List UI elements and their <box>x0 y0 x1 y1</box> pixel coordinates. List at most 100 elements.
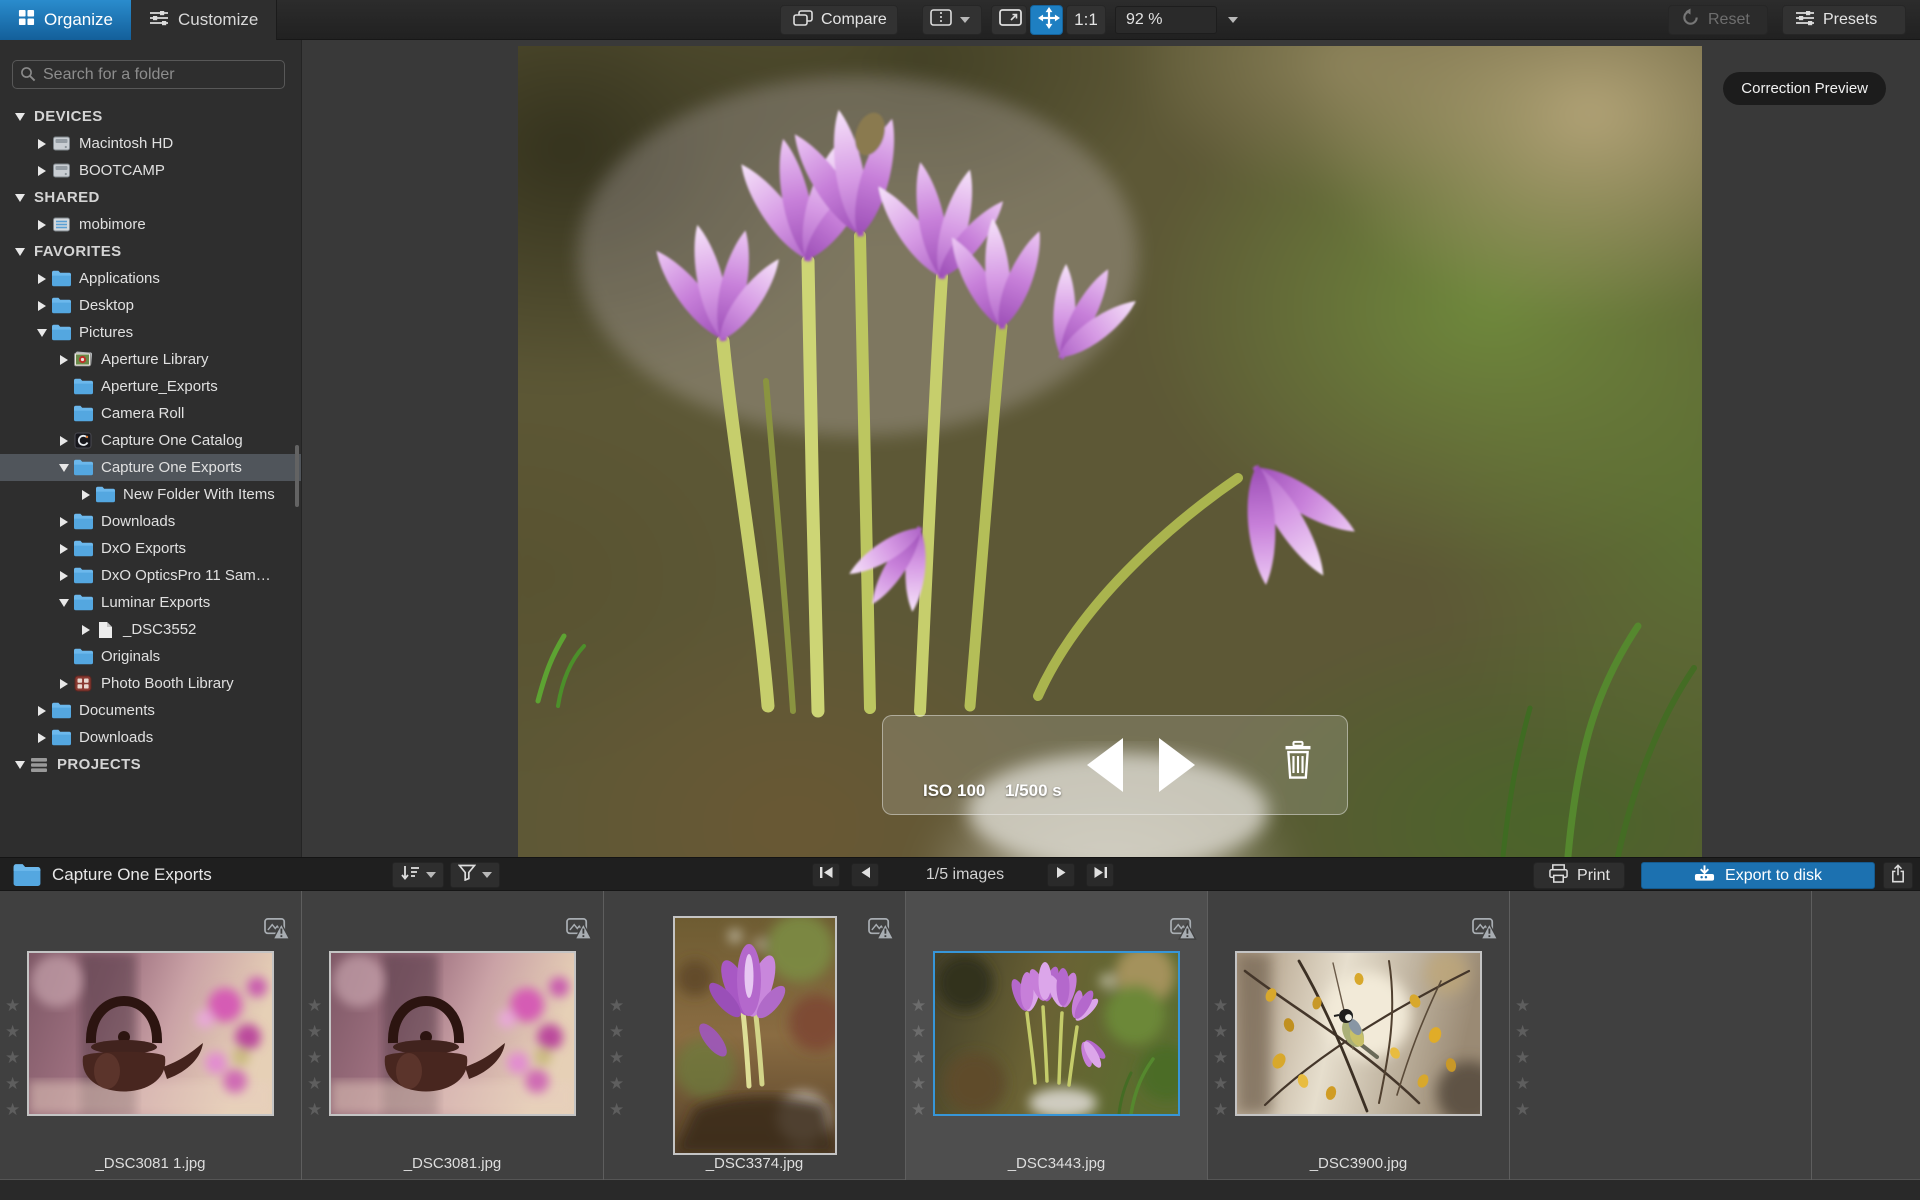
tree-item-aperture-exports[interactable]: Aperture_Exports <box>0 373 301 400</box>
previous-image-button[interactable] <box>851 863 879 887</box>
tree-item-devices[interactable]: DEVICES <box>0 103 301 130</box>
folder-search-input[interactable] <box>12 60 285 89</box>
share-button[interactable] <box>1883 862 1913 889</box>
star-icon[interactable]: ★ <box>1515 993 1530 1019</box>
filmstrip-item-5[interactable]: ★ ★ ★ ★ ★ _DSC3900.jpg <box>1208 891 1510 1180</box>
collapse-triangle-icon[interactable] <box>78 489 94 500</box>
star-icon[interactable]: ★ <box>1213 993 1228 1019</box>
star-icon[interactable]: ★ <box>307 1071 322 1097</box>
tree-item-shared[interactable]: SHARED <box>0 184 301 211</box>
zoom-level-select[interactable]: 92 % <box>1115 6 1217 34</box>
star-icon[interactable]: ★ <box>609 993 624 1019</box>
star-icon[interactable]: ★ <box>5 993 20 1019</box>
compare-button[interactable]: Compare <box>780 5 898 35</box>
star-icon[interactable]: ★ <box>1213 1019 1228 1045</box>
filter-button[interactable] <box>450 862 500 888</box>
star-icon[interactable]: ★ <box>1515 1071 1530 1097</box>
star-icon[interactable]: ★ <box>5 1097 20 1123</box>
collapse-triangle-icon[interactable] <box>56 678 72 689</box>
sort-button[interactable] <box>392 862 444 888</box>
rating-stars[interactable]: ★ ★ ★ ★ ★ <box>307 993 322 1123</box>
expand-triangle-icon[interactable] <box>12 247 28 256</box>
star-icon[interactable]: ★ <box>1515 1019 1530 1045</box>
star-icon[interactable]: ★ <box>307 1019 322 1045</box>
pan-tool-button[interactable] <box>1030 5 1063 35</box>
tree-item-dsc3552[interactable]: _DSC3552 <box>0 616 301 643</box>
tree-item-aperture-library[interactable]: Aperture Library <box>0 346 301 373</box>
star-icon[interactable]: ★ <box>1213 1071 1228 1097</box>
star-icon[interactable]: ★ <box>911 993 926 1019</box>
tree-item-macintosh-hd[interactable]: Macintosh HD <box>0 130 301 157</box>
one-to-one-button[interactable]: 1:1 <box>1066 5 1106 35</box>
tree-item-pictures[interactable]: Pictures <box>0 319 301 346</box>
rating-stars[interactable]: ★ ★ ★ ★ ★ <box>609 993 624 1123</box>
thumbnail--dsc3443-jpg[interactable] <box>933 951 1180 1116</box>
presets-button[interactable]: Presets <box>1782 5 1906 35</box>
collapse-triangle-icon[interactable] <box>34 138 50 149</box>
export-to-disk-button[interactable]: Export to disk <box>1641 862 1875 889</box>
rating-stars[interactable]: ★ ★ ★ ★ ★ <box>5 993 20 1123</box>
collapse-triangle-icon[interactable] <box>34 165 50 176</box>
prev-arrow-icon[interactable] <box>1087 738 1123 792</box>
collapse-triangle-icon[interactable] <box>56 516 72 527</box>
expand-triangle-icon[interactable] <box>56 598 72 607</box>
collapse-triangle-icon[interactable] <box>34 732 50 743</box>
collapse-triangle-icon[interactable] <box>56 435 72 446</box>
rating-stars[interactable]: ★ ★ ★ ★ ★ <box>1213 993 1228 1123</box>
tree-item-bootcamp[interactable]: BOOTCAMP <box>0 157 301 184</box>
collapse-triangle-icon[interactable] <box>34 705 50 716</box>
star-icon[interactable]: ★ <box>609 1019 624 1045</box>
expand-triangle-icon[interactable] <box>56 463 72 472</box>
star-icon[interactable]: ★ <box>911 1071 926 1097</box>
filmstrip-item-1[interactable]: ★ ★ ★ ★ ★ _DSC3081 1.jpg <box>0 891 302 1180</box>
tree-item-applications[interactable]: Applications <box>0 265 301 292</box>
expand-triangle-icon[interactable] <box>34 328 50 337</box>
print-button[interactable]: Print <box>1533 862 1625 889</box>
tree-item-photo-booth-library[interactable]: Photo Booth Library <box>0 670 301 697</box>
star-icon[interactable]: ★ <box>307 993 322 1019</box>
expand-triangle-icon[interactable] <box>12 193 28 202</box>
next-arrow-icon[interactable] <box>1159 738 1195 792</box>
tree-item-mobimore[interactable]: mobimore <box>0 211 301 238</box>
sidebar-scrollbar[interactable] <box>295 445 299 507</box>
star-icon[interactable]: ★ <box>307 1045 322 1071</box>
tab-organize[interactable]: Organize <box>0 0 131 40</box>
tree-item-documents[interactable]: Documents <box>0 697 301 724</box>
tree-item-projects[interactable]: PROJECTS <box>0 751 301 778</box>
collapse-triangle-icon[interactable] <box>56 354 72 365</box>
filmstrip-scrollbar-track[interactable] <box>0 1180 1920 1200</box>
star-icon[interactable]: ★ <box>609 1045 624 1071</box>
filmstrip-item-3[interactable]: ★ ★ ★ ★ ★ _DSC3374.jpg <box>604 891 906 1180</box>
chevron-down-icon[interactable] <box>1228 17 1238 23</box>
collapse-triangle-icon[interactable] <box>34 219 50 230</box>
tree-item-camera-roll[interactable]: Camera Roll <box>0 400 301 427</box>
star-icon[interactable]: ★ <box>307 1097 322 1123</box>
tree-item-originals[interactable]: Originals <box>0 643 301 670</box>
tree-item-luminar-exports[interactable]: Luminar Exports <box>0 589 301 616</box>
tree-item-favorites[interactable]: FAVORITES <box>0 238 301 265</box>
star-icon[interactable]: ★ <box>1515 1097 1530 1123</box>
thumbnail--dsc3374-jpg[interactable] <box>673 916 837 1155</box>
filmstrip-item-4[interactable]: ★ ★ ★ ★ ★ _DSC3443.jpg <box>906 891 1208 1180</box>
star-icon[interactable]: ★ <box>1213 1097 1228 1123</box>
star-icon[interactable]: ★ <box>911 1097 926 1123</box>
next-image-button[interactable] <box>1047 863 1075 887</box>
collapse-triangle-icon[interactable] <box>56 570 72 581</box>
reset-button[interactable]: Reset <box>1668 5 1768 35</box>
star-icon[interactable]: ★ <box>609 1097 624 1123</box>
last-image-button[interactable] <box>1086 863 1114 887</box>
filmstrip-item-2[interactable]: ★ ★ ★ ★ ★ _DSC3081.jpg <box>302 891 604 1180</box>
tree-item-desktop[interactable]: Desktop <box>0 292 301 319</box>
star-icon[interactable]: ★ <box>1515 1045 1530 1071</box>
rating-stars[interactable]: ★ ★ ★ ★ ★ <box>1515 993 1530 1123</box>
tree-item-capture-one-catalog[interactable]: Capture One Catalog <box>0 427 301 454</box>
rating-stars[interactable]: ★ ★ ★ ★ ★ <box>911 993 926 1123</box>
tree-item-new-folder-with-items[interactable]: New Folder With Items <box>0 481 301 508</box>
trash-icon[interactable] <box>1281 740 1315 785</box>
star-icon[interactable]: ★ <box>911 1045 926 1071</box>
thumbnail--dsc3900-jpg[interactable] <box>1235 951 1482 1116</box>
collapse-triangle-icon[interactable] <box>56 543 72 554</box>
thumbnail--dsc3081-jpg[interactable] <box>329 951 576 1116</box>
star-icon[interactable]: ★ <box>609 1071 624 1097</box>
thumbnail--dsc3081-1-jpg[interactable] <box>27 951 274 1116</box>
